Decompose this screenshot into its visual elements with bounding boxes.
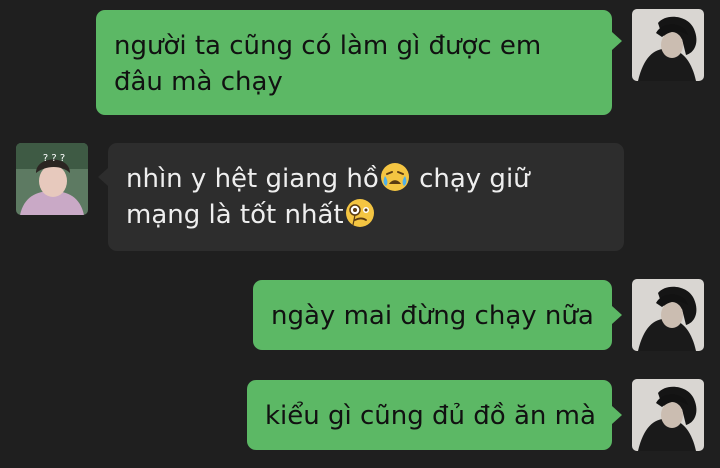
- avatar-caption: ? ? ?: [43, 153, 65, 164]
- message-bubble-outgoing[interactable]: ngày mai đừng chạy nữa: [253, 280, 612, 350]
- message-text: mạng là tốt nhất: [126, 200, 344, 230]
- message-text: chạy giữ: [410, 164, 530, 194]
- crying-emoji-icon: [380, 163, 409, 191]
- avatar-self[interactable]: [632, 379, 704, 451]
- portrait-dark-hair-icon: [632, 9, 704, 81]
- bubble-tail: [98, 168, 108, 186]
- message-text: ngày mai đừng chạy nữa: [271, 301, 594, 331]
- avatar-self[interactable]: [632, 279, 704, 351]
- message-line: nhìn y hệt giang hồ chạy giữ: [126, 161, 606, 197]
- bubble-tail: [612, 406, 622, 424]
- message-line: mạng là tốt nhất: [126, 197, 606, 233]
- bubble-tail: [612, 306, 622, 324]
- avatar-other[interactable]: ? ? ?: [16, 143, 88, 215]
- message-text: đâu mà chạy: [114, 67, 283, 97]
- portrait-light-hair-icon: ? ? ?: [16, 143, 88, 215]
- bubble-tail: [612, 32, 622, 50]
- message-bubble-incoming[interactable]: nhìn y hệt giang hồ chạy giữ mạng là tốt…: [108, 143, 624, 251]
- message-bubble-outgoing[interactable]: kiểu gì cũng đủ đồ ăn mà: [247, 380, 612, 450]
- portrait-dark-hair-icon: [632, 379, 704, 451]
- portrait-dark-hair-icon: [632, 279, 704, 351]
- message-text: người ta cũng có làm gì được em: [114, 31, 542, 61]
- monocle-face-emoji-icon: [345, 199, 374, 227]
- message-bubble-outgoing[interactable]: người ta cũng có làm gì được em đâu mà c…: [96, 10, 612, 115]
- message-text: kiểu gì cũng đủ đồ ăn mà: [265, 401, 596, 431]
- avatar-self[interactable]: [632, 9, 704, 81]
- message-text: nhìn y hệt giang hồ: [126, 164, 379, 194]
